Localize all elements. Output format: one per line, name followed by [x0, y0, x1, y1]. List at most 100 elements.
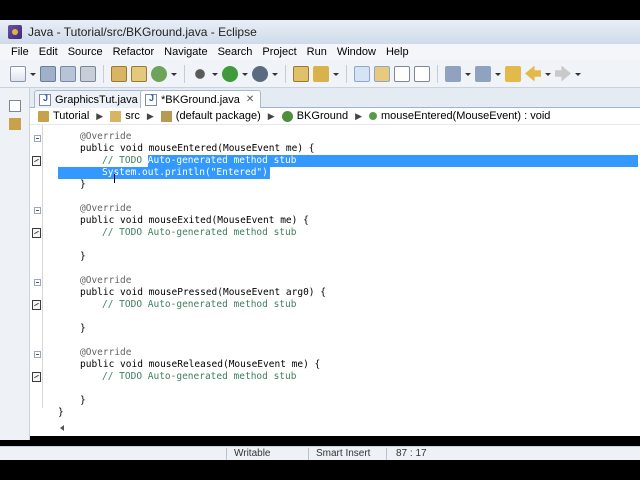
collapse-icon[interactable]	[34, 351, 41, 358]
debug-icon[interactable]	[192, 65, 208, 82]
previous-annotation-icon[interactable]	[475, 65, 491, 82]
brace-text: }	[80, 323, 86, 334]
restore-icon[interactable]	[9, 100, 21, 112]
chevron-right-icon: ▶	[267, 110, 275, 121]
horizontal-scrollbar[interactable]	[30, 420, 640, 436]
collapse-icon[interactable]	[34, 279, 41, 286]
tab-graphicstut[interactable]: GraphicsTut.java	[34, 90, 145, 108]
status-insert-mode: Smart Insert	[316, 448, 371, 459]
code-line: // TODO Auto-generated method stub	[102, 227, 640, 239]
previous-annotation-dropdown-icon[interactable]	[495, 66, 501, 82]
keyword-text: public void	[80, 215, 143, 226]
method-signature: mouseReleased(MouseEvent me) {	[142, 359, 321, 370]
menu-navigate[interactable]: Navigate	[159, 46, 212, 58]
menu-edit[interactable]: Edit	[34, 46, 63, 58]
chevron-right-icon: ▶	[96, 110, 104, 121]
debug-dropdown-icon[interactable]	[212, 66, 218, 82]
main-toolbar	[0, 60, 640, 88]
forward-dropdown-icon[interactable]	[575, 66, 581, 82]
status-cursor-position: 87 : 17	[396, 448, 427, 459]
code-line: // TODO Auto-generated method stub	[102, 371, 640, 383]
collapse-icon[interactable]	[34, 207, 41, 214]
task-marker-icon[interactable]	[32, 300, 41, 310]
annotation-text: @Override	[80, 275, 132, 286]
new-class-dropdown-icon[interactable]	[171, 66, 177, 82]
code-line: }	[80, 395, 640, 407]
save-all-icon[interactable]	[60, 65, 76, 82]
toolbar-separator	[285, 64, 286, 83]
breadcrumb-class[interactable]: BKGround	[297, 110, 348, 122]
breadcrumb-method[interactable]: mouseEntered(MouseEvent) : void	[381, 110, 550, 122]
breadcrumb-src[interactable]: src	[125, 110, 140, 122]
java-file-icon	[39, 93, 51, 106]
menu-help[interactable]: Help	[381, 46, 414, 58]
mouse-ibeam-cursor	[114, 174, 115, 183]
brace-text: }	[58, 407, 64, 418]
menu-refactor[interactable]: Refactor	[108, 46, 160, 58]
open-type-icon[interactable]	[111, 65, 127, 82]
eclipse-window: Java - Tutorial/src/BKGround.java - Ecli…	[0, 0, 640, 480]
last-edit-icon[interactable]	[505, 65, 521, 82]
task-marker-icon[interactable]	[32, 156, 41, 166]
new-dropdown-icon[interactable]	[30, 66, 36, 82]
show-whitespace-icon[interactable]	[394, 65, 410, 82]
java-file-icon	[145, 93, 157, 106]
new-package-icon[interactable]	[131, 65, 147, 82]
menu-bar: File Edit Source Refactor Navigate Searc…	[0, 44, 640, 60]
code-line: // TODO Auto-generated method stub	[102, 299, 640, 311]
keyword-text: public void	[80, 287, 143, 298]
task-marker-icon[interactable]	[32, 228, 41, 238]
new-class-icon[interactable]	[151, 65, 167, 82]
run-icon[interactable]	[222, 65, 238, 82]
task-marker-icon[interactable]	[32, 372, 41, 382]
search-dropdown-icon[interactable]	[333, 66, 339, 82]
open-perspective-icon[interactable]	[293, 65, 309, 82]
close-icon[interactable]: ✕	[246, 94, 254, 105]
package-explorer-icon[interactable]	[9, 118, 21, 130]
next-annotation-icon[interactable]	[445, 65, 461, 82]
code-line: public void mouseEntered(MouseEvent me) …	[80, 143, 640, 155]
comment-text: // TODO	[102, 155, 148, 166]
menu-file[interactable]: File	[6, 46, 34, 58]
tab-bkground[interactable]: *BKGround.java ✕	[140, 90, 262, 108]
search-icon[interactable]	[313, 65, 329, 82]
next-annotation-dropdown-icon[interactable]	[465, 66, 471, 82]
comment-text: // TODO Auto-generated method stub	[102, 371, 297, 382]
collapse-icon[interactable]	[34, 135, 41, 142]
code-line: }	[80, 179, 640, 191]
menu-run[interactable]: Run	[302, 46, 332, 58]
menu-project[interactable]: Project	[257, 46, 301, 58]
menu-source[interactable]: Source	[63, 46, 108, 58]
selected-statement: System.out.println("Entered");	[102, 167, 274, 178]
run-dropdown-icon[interactable]	[242, 66, 248, 82]
window-title: Java - Tutorial/src/BKGround.java - Ecli…	[28, 25, 257, 39]
breadcrumb-package[interactable]: (default package)	[176, 110, 261, 122]
method-signature: mouseExited(MouseEvent me) {	[142, 215, 309, 226]
print-icon[interactable]	[80, 65, 96, 82]
toggle-mark-occurrences-icon[interactable]	[354, 65, 370, 82]
back-icon[interactable]	[525, 65, 541, 82]
back-dropdown-icon[interactable]	[545, 66, 551, 82]
chevron-right-icon: ▶	[146, 110, 154, 121]
scroll-left-icon[interactable]	[60, 425, 64, 431]
left-trim-stack	[0, 88, 30, 440]
toggle-highlight-icon[interactable]	[374, 65, 390, 82]
title-bar[interactable]: Java - Tutorial/src/BKGround.java - Ecli…	[0, 20, 640, 44]
method-icon	[369, 112, 378, 120]
brace-text: }	[80, 179, 86, 190]
code-line: @Override	[80, 275, 640, 287]
new-icon[interactable]	[10, 65, 26, 82]
code-line: }	[80, 323, 640, 335]
menu-search[interactable]: Search	[213, 46, 258, 58]
external-tools-icon[interactable]	[252, 65, 268, 82]
breadcrumb-project[interactable]: Tutorial	[53, 110, 89, 122]
status-separator	[226, 448, 227, 460]
show-block-icon[interactable]	[414, 65, 430, 82]
source-folder-icon	[110, 110, 122, 122]
menu-window[interactable]: Window	[332, 46, 381, 58]
toolbar-separator	[103, 64, 104, 83]
external-tools-dropdown-icon[interactable]	[272, 66, 278, 82]
save-icon[interactable]	[40, 65, 56, 82]
forward-icon[interactable]	[555, 65, 571, 82]
code-editor[interactable]: @Override public void mouseEntered(Mouse…	[30, 125, 640, 420]
